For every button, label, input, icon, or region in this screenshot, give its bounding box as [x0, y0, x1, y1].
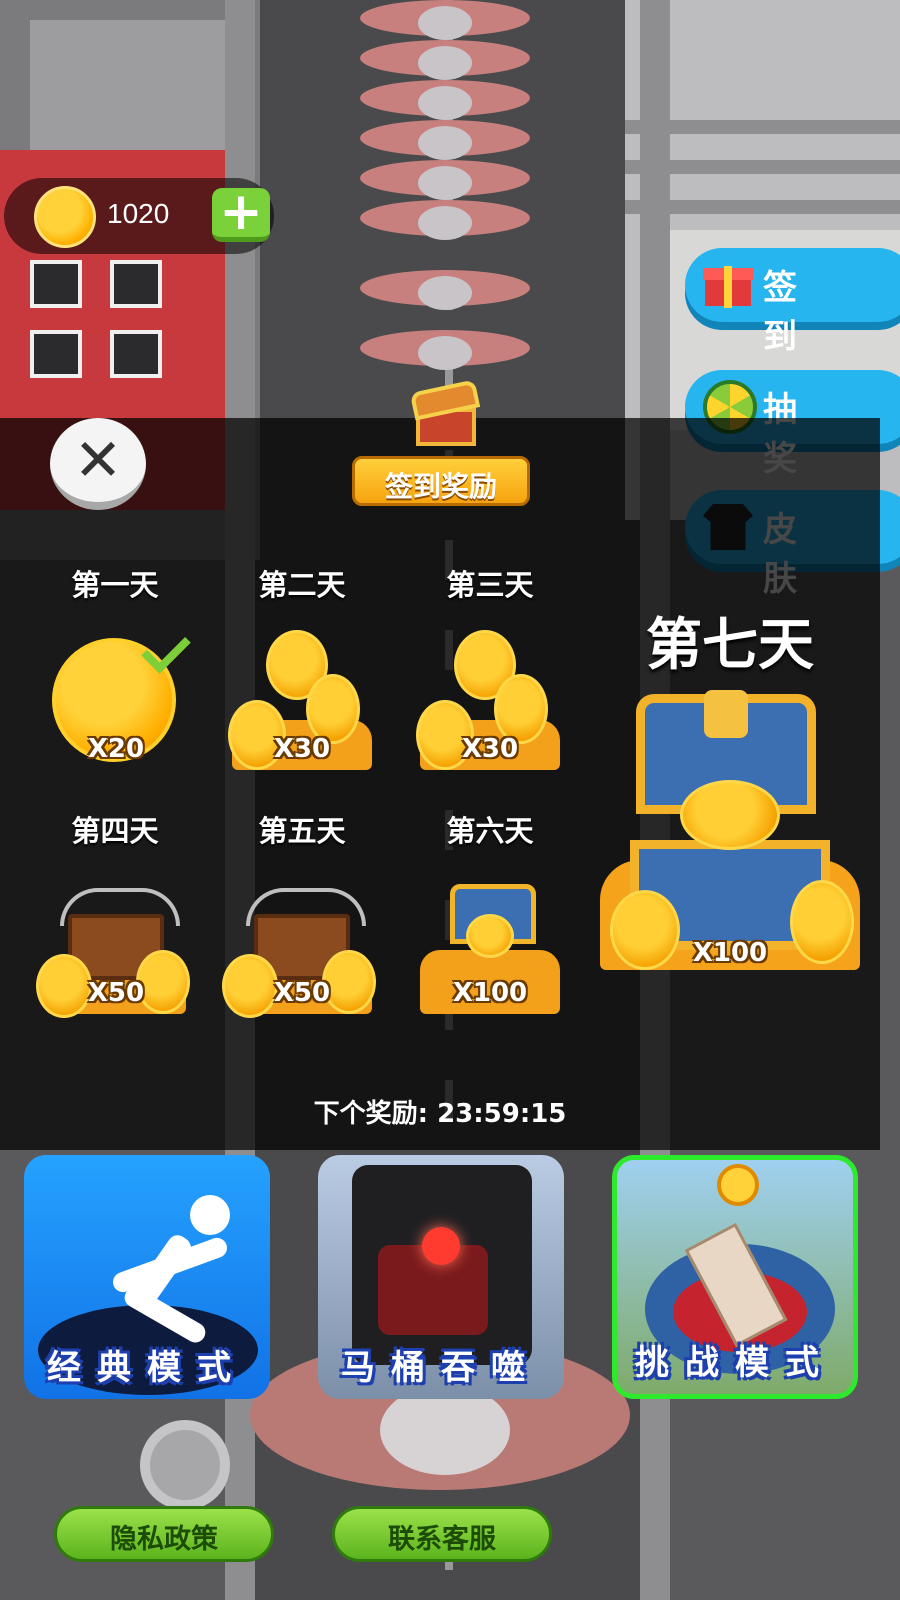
reward-amount: X50: [87, 978, 145, 1008]
coin-count: 1020: [107, 198, 170, 229]
window: [30, 260, 82, 308]
coin-icon: [34, 186, 96, 248]
contact-support-button[interactable]: 联系客服: [332, 1506, 552, 1562]
close-button[interactable]: ✕: [50, 418, 146, 510]
mode-label: 马桶吞噬: [341, 1348, 541, 1388]
day-5-label: 第五天: [258, 814, 346, 848]
day-4-reward[interactable]: X50: [36, 874, 196, 1024]
reward-amount: X50: [273, 978, 331, 1008]
next-reward-time: 23:59:15: [437, 1099, 567, 1129]
close-icon: ✕: [73, 426, 123, 494]
mode-label: 经典模式: [47, 1348, 247, 1388]
day-2-label: 第二天: [258, 568, 346, 602]
creature: [360, 160, 530, 200]
creature-stack: [360, 0, 530, 430]
panel-title-text: 签到奖励: [384, 470, 497, 503]
creature: [360, 0, 530, 40]
falling-person-icon: [110, 1195, 240, 1347]
creature: [360, 330, 530, 370]
manhole: [140, 1420, 230, 1510]
mode-classic-card[interactable]: 经典模式: [24, 1155, 270, 1399]
day-3-label: 第三天: [446, 568, 534, 602]
signin-button[interactable]: 签 到: [685, 248, 900, 357]
reward-amount: X30: [273, 734, 331, 764]
day-6-reward[interactable]: X100: [410, 874, 570, 1024]
next-reward-timer: 下个奖励: 23:59:15: [290, 1093, 590, 1130]
coin-icon: [680, 780, 780, 850]
add-coins-button[interactable]: +: [212, 182, 270, 242]
mode-challenge-card[interactable]: 挑战模式: [612, 1155, 858, 1399]
day-2-reward[interactable]: X30: [222, 630, 382, 780]
person-head: [190, 1195, 230, 1235]
lock-icon: [704, 690, 748, 738]
day-7-label: 第七天: [646, 613, 814, 678]
creature: [360, 40, 530, 80]
privacy-policy-button[interactable]: 隐私政策: [54, 1506, 274, 1562]
next-reward-label: 下个奖励:: [313, 1099, 428, 1129]
contact-support-label: 联系客服: [388, 1524, 496, 1555]
plus-icon: +: [219, 182, 263, 242]
clock-icon: [717, 1164, 759, 1206]
day-6-label: 第六天: [446, 814, 534, 848]
window: [110, 260, 162, 308]
gift-icon: [703, 258, 753, 308]
window: [110, 330, 162, 378]
signin-label: 签 到: [763, 268, 835, 357]
robot-eye: [422, 1227, 460, 1265]
creature: [360, 270, 530, 310]
creature: [360, 120, 530, 160]
day-7-reward[interactable]: X100: [600, 690, 860, 980]
mode-label: 挑战模式: [635, 1343, 835, 1383]
gift-ribbon: [724, 266, 732, 308]
coin-icon: [466, 914, 514, 958]
creature: [360, 200, 530, 240]
building-left-roof: [30, 20, 240, 170]
treasure-chest-icon: [409, 379, 481, 452]
panel-title: 签到奖励: [352, 456, 530, 506]
day-1-label: 第一天: [71, 568, 159, 602]
reward-amount: X30: [461, 734, 519, 764]
privacy-policy-label: 隐私政策: [110, 1524, 218, 1555]
reward-amount: X100: [692, 938, 768, 968]
creature: [360, 80, 530, 120]
day-1-reward[interactable]: X20: [36, 624, 196, 780]
day-4-label: 第四天: [71, 814, 159, 848]
mode-toilet-card[interactable]: 马桶吞噬: [318, 1155, 564, 1399]
day-3-reward[interactable]: X30: [410, 630, 570, 780]
reward-amount: X20: [87, 734, 145, 764]
reward-amount: X100: [452, 978, 528, 1008]
window: [30, 330, 82, 378]
day-5-reward[interactable]: X50: [222, 874, 382, 1024]
